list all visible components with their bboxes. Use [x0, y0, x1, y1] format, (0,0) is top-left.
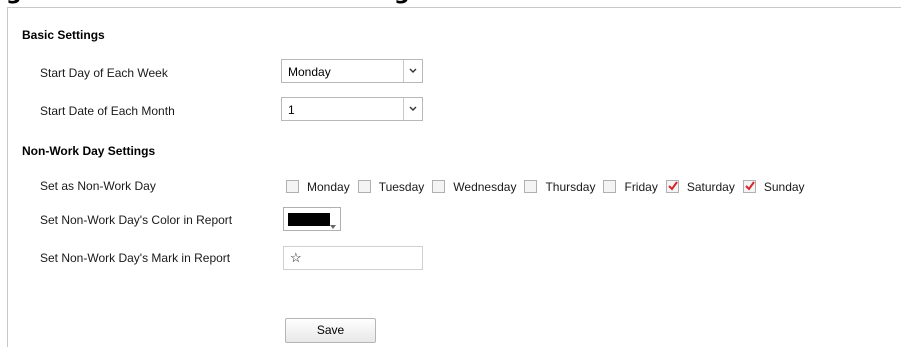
start-date-label: Start Date of Each Month — [40, 104, 175, 118]
checkbox-tuesday[interactable] — [357, 180, 371, 194]
nonwork-mark-label: Set Non-Work Day's Mark in Report — [40, 251, 231, 265]
checkbox-thursday[interactable] — [524, 180, 538, 194]
dropdown-triangle-icon — [330, 218, 336, 232]
nonwork-color-label: Set Non-Work Day's Color in Report — [40, 213, 233, 227]
chevron-down-icon[interactable] — [403, 60, 422, 82]
checkmark-icon — [745, 181, 755, 191]
checkbox-label-friday: Friday — [624, 179, 658, 194]
checkbox-label-sunday: Sunday — [763, 179, 805, 194]
start-date-select[interactable]: 1 — [281, 97, 423, 121]
start-date-value: 1 — [288, 103, 295, 117]
nonwork-color-picker[interactable] — [283, 207, 341, 231]
nonwork-mark-input[interactable]: ☆ — [283, 246, 423, 270]
start-day-label: Start Day of Each Week — [40, 66, 168, 80]
nonwork-day-label: Set as Non-Work Day — [40, 179, 156, 193]
checkbox-label-saturday: Saturday — [686, 179, 735, 194]
checkbox-label-monday: Monday — [307, 179, 350, 194]
checkmark-icon — [668, 181, 678, 191]
start-day-select[interactable]: Monday — [281, 59, 423, 83]
settings-panel — [7, 7, 901, 347]
nonwork-day-checkboxes: Monday Tuesday Wednesday Thursday Friday Satu… — [286, 179, 813, 194]
checkbox-wednesday[interactable] — [432, 180, 446, 194]
start-day-value: Monday — [288, 65, 331, 79]
save-button[interactable]: Save — [285, 318, 376, 343]
checkbox-monday[interactable] — [286, 180, 299, 194]
checkbox-friday[interactable] — [603, 180, 617, 194]
checkbox-sunday[interactable] — [742, 180, 756, 194]
chevron-down-icon[interactable] — [403, 98, 422, 120]
checkbox-label-wednesday: Wednesday — [453, 179, 517, 194]
color-swatch — [288, 213, 330, 226]
checkbox-label-tuesday: Tuesday — [378, 179, 425, 194]
page-heading-partial: g g — [0, 0, 901, 5]
basic-settings-title: Basic Settings — [22, 28, 105, 42]
heading-fragment-left: g — [6, 0, 22, 5]
checkbox-label-thursday: Thursday — [545, 179, 596, 194]
nonwork-settings-title: Non-Work Day Settings — [22, 144, 156, 158]
checkbox-saturday[interactable] — [665, 180, 679, 194]
heading-fragment-right: g — [394, 0, 410, 5]
